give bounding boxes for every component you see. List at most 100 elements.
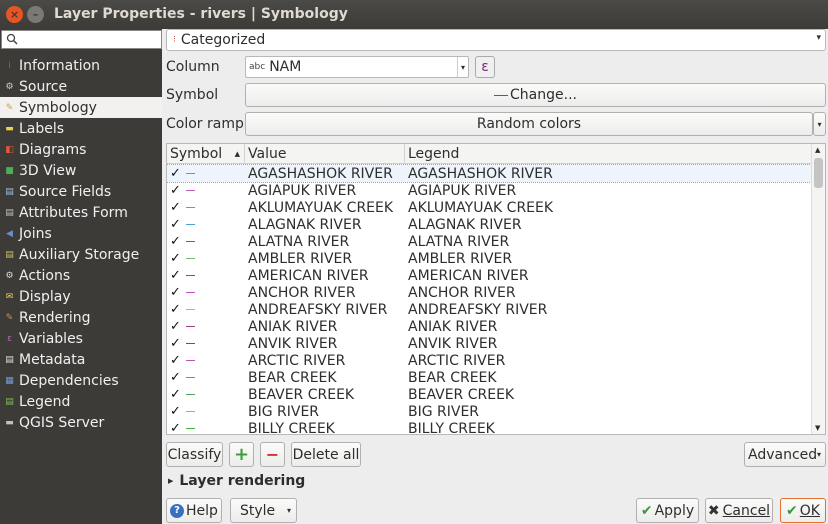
sidebar-item-actions[interactable]: ⚙ Actions (0, 265, 162, 286)
table-row[interactable]: ✓ ANIAK RIVER ANIAK RIVER (167, 318, 811, 335)
sidebar-item-label: Source (19, 78, 68, 95)
search-icon (6, 33, 18, 45)
sidebar-item-metadata[interactable]: ▤ Metadata (0, 349, 162, 370)
column-select[interactable]: abc NAM ▾ (245, 56, 469, 78)
category-checkbox[interactable]: ✓ (170, 252, 182, 265)
table-row[interactable]: ✓ ANVIK RIVER ANVIK RIVER (167, 335, 811, 352)
legend-cell: AMBLER RIVER (408, 250, 513, 267)
value-cell: BIG RIVER (248, 403, 320, 420)
category-checkbox[interactable]: ✓ (170, 235, 182, 248)
symbology-panel: ⁝ Categorized ▾ Column abc NAM ▾ ε Symbo… (162, 29, 828, 524)
scrollbar-thumb[interactable] (814, 158, 823, 188)
table-row[interactable]: ✓ BILLY CREEK BILLY CREEK (167, 420, 811, 435)
category-checkbox[interactable]: ✓ (170, 405, 182, 418)
sidebar-item-symbology[interactable]: ✎ Symbology (0, 97, 162, 118)
legend-cell: ARCTIC RIVER (408, 352, 506, 369)
table-row[interactable]: ✓ ALATNA RIVER ALATNA RIVER (167, 233, 811, 250)
minus-icon: − (265, 445, 280, 464)
category-checkbox[interactable]: ✓ (170, 201, 182, 214)
sidebar-item-labels[interactable]: ▬ Labels (0, 118, 162, 139)
category-checkbox[interactable]: ✓ (170, 320, 182, 333)
change-symbol-button[interactable]: Change... (245, 83, 826, 107)
table-row[interactable]: ✓ BEAR CREEK BEAR CREEK (167, 369, 811, 386)
color-ramp-button[interactable]: Random colors (245, 112, 813, 136)
table-row[interactable]: ✓ ARCTIC RIVER ARCTIC RIVER (167, 352, 811, 369)
add-category-button[interactable]: + (229, 442, 254, 467)
table-row[interactable]: ✓ ALAGNAK RIVER ALAGNAK RIVER (167, 216, 811, 233)
window-minimize-button[interactable]: – (27, 6, 44, 23)
renderer-select[interactable]: ⁝ Categorized ▾ (166, 29, 826, 51)
sidebar-item-legend[interactable]: ▤ Legend (0, 391, 162, 412)
expression-button[interactable]: ε (475, 56, 495, 78)
sidebar-item-label: Labels (19, 120, 65, 137)
sidebar-item-3d-view[interactable]: ■ 3D View (0, 160, 162, 181)
sidebar-item-label: Variables (19, 330, 83, 347)
category-checkbox[interactable]: ✓ (170, 184, 182, 197)
sidebar-item-display[interactable]: ✉ Display (0, 286, 162, 307)
table-row[interactable]: ✓ BEAVER CREEK BEAVER CREEK (167, 386, 811, 403)
sidebar-item-joins[interactable]: ◀ Joins (0, 223, 162, 244)
sidebar-item-qgis-server[interactable]: ▬ QGIS Server (0, 412, 162, 433)
info-icon: i (8, 60, 11, 71)
category-checkbox[interactable]: ✓ (170, 354, 182, 367)
layer-rendering-section[interactable]: ▶ Layer rendering (168, 473, 305, 489)
advanced-button[interactable]: Advanced ▾ (744, 442, 826, 467)
sidebar-item-source[interactable]: ⚙ Source (0, 76, 162, 97)
category-checkbox[interactable]: ✓ (170, 371, 182, 384)
column-header-legend[interactable]: Legend (405, 144, 811, 164)
sidebar-item-label: Metadata (19, 351, 86, 368)
table-row[interactable]: ✓ AMBLER RIVER AMBLER RIVER (167, 250, 811, 267)
paintbrush-icon: ✎ (5, 102, 14, 113)
table-row[interactable]: ✓ ANDREAFSKY RIVER ANDREAFSKY RIVER (167, 301, 811, 318)
epsilon-icon: ε (481, 59, 489, 75)
help-icon: ? (170, 503, 185, 518)
apply-button[interactable]: ✔ Apply (636, 498, 699, 523)
symbol-cell: ✓ (167, 422, 245, 435)
category-checkbox[interactable]: ✓ (170, 422, 182, 435)
legend-cell: AMERICAN RIVER (408, 267, 529, 284)
dependencies-icon: ▦ (5, 375, 14, 386)
sidebar-item-information[interactable]: i Information (0, 55, 162, 76)
delete-all-button[interactable]: Delete all (291, 442, 361, 467)
sidebar-item-label: Attributes Form (19, 204, 128, 221)
ok-button[interactable]: ✔ OK (780, 498, 826, 523)
sidebar-item-dependencies[interactable]: ▦ Dependencies (0, 370, 162, 391)
category-checkbox[interactable]: ✓ (170, 218, 182, 231)
value-cell: ANVIK RIVER (248, 335, 338, 352)
help-button[interactable]: ? Help (166, 498, 222, 523)
scroll-up-icon[interactable]: ▲ (815, 146, 820, 154)
table-scrollbar[interactable]: ▲ ▼ (811, 144, 825, 434)
cancel-button[interactable]: ✖ Cancel (705, 498, 773, 523)
category-checkbox[interactable]: ✓ (170, 388, 182, 401)
color-ramp-dropdown[interactable]: ▾ (813, 112, 826, 136)
category-checkbox[interactable]: ✓ (170, 337, 182, 350)
table-row[interactable]: ✓ AMERICAN RIVER AMERICAN RIVER (167, 267, 811, 284)
table-row[interactable]: ✓ AKLUMAYUAK CREEK AKLUMAYUAK CREEK (167, 199, 811, 216)
style-button[interactable]: Style ▾ (230, 498, 297, 523)
sidebar-item-rendering[interactable]: ✎ Rendering (0, 307, 162, 328)
sidebar-item-diagrams[interactable]: ◧ Diagrams (0, 139, 162, 160)
scroll-down-icon[interactable]: ▼ (815, 424, 820, 432)
symbol-cell: ✓ (167, 371, 245, 384)
table-row[interactable]: ✓ AGASHASHOK RIVER AGASHASHOK RIVER (167, 164, 812, 183)
table-row[interactable]: ✓ AGIAPUK RIVER AGIAPUK RIVER (167, 182, 811, 199)
category-checkbox[interactable]: ✓ (170, 303, 182, 316)
category-checkbox[interactable]: ✓ (170, 286, 182, 299)
window-close-button[interactable]: × (6, 6, 23, 23)
sidebar-item-variables[interactable]: ε Variables (0, 328, 162, 349)
sidebar-item-auxiliary-storage[interactable]: ▤ Auxiliary Storage (0, 244, 162, 265)
classify-button[interactable]: Classify (166, 442, 223, 467)
value-cell: BEAR CREEK (248, 369, 337, 386)
form-icon: ▤ (5, 207, 14, 218)
table-row[interactable]: ✓ ANCHOR RIVER ANCHOR RIVER (167, 284, 811, 301)
category-checkbox[interactable]: ✓ (170, 167, 182, 180)
legend-icon: ▤ (5, 396, 14, 407)
sidebar-search-input[interactable] (1, 30, 162, 49)
column-header-value[interactable]: Value (245, 144, 405, 164)
table-row[interactable]: ✓ BIG RIVER BIG RIVER (167, 403, 811, 420)
remove-category-button[interactable]: − (260, 442, 285, 467)
sidebar-item-source-fields[interactable]: ▤ Source Fields (0, 181, 162, 202)
column-header-symbol[interactable]: Symbol ▲ (167, 144, 245, 164)
sidebar-item-attributes-form[interactable]: ▤ Attributes Form (0, 202, 162, 223)
category-checkbox[interactable]: ✓ (170, 269, 182, 282)
